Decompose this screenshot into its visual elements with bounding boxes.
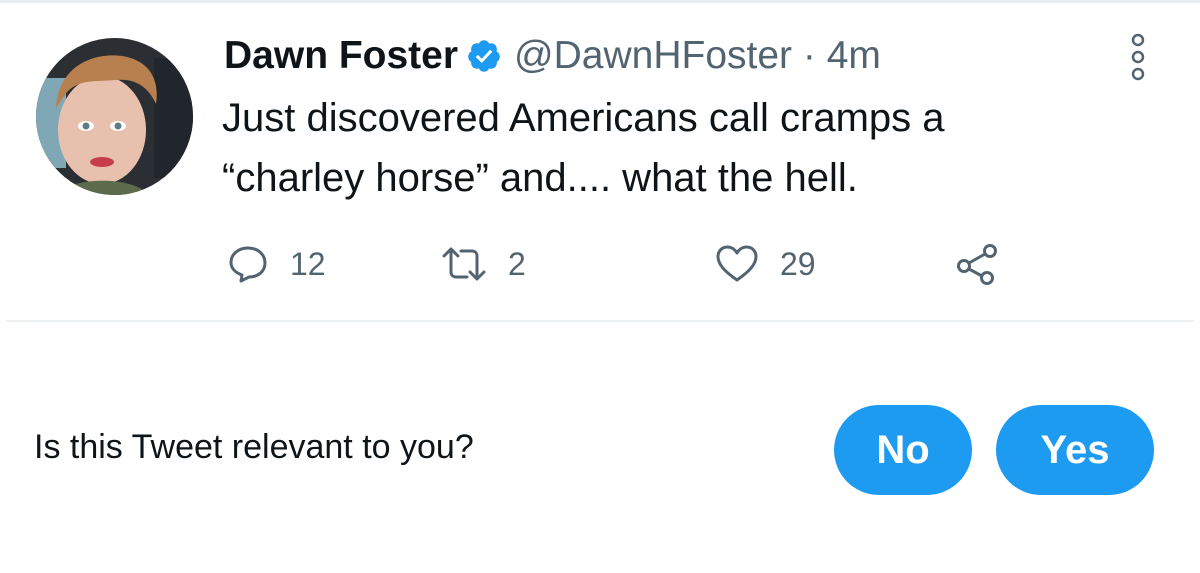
heart-icon [714,242,760,286]
author-handle-time[interactable]: @DawnHFoster · 4m [514,34,881,78]
author-name[interactable]: Dawn Foster [224,34,458,78]
verified-badge-icon [466,38,502,74]
reply-button[interactable]: 12 [226,242,326,286]
like-count: 29 [780,245,816,282]
avatar[interactable] [36,38,193,195]
no-button[interactable]: No [834,405,972,495]
section-divider [6,320,1194,322]
more-vertical-icon[interactable] [1124,32,1152,82]
reply-icon [226,242,270,286]
share-button[interactable] [954,242,1000,286]
yes-button[interactable]: Yes [996,405,1154,495]
tweet-card[interactable]: Dawn Foster @DawnHFoster · 4m Just disco… [0,0,1200,320]
retweet-icon [440,242,488,286]
tweet-header: Dawn Foster @DawnHFoster · 4m [224,28,881,84]
tweet-text: Just discovered Americans call cramps a … [222,96,945,200]
avatar-photo [36,38,193,195]
retweet-count: 2 [508,245,526,282]
relevance-question: Is this Tweet relevant to you? [34,428,474,466]
like-button[interactable]: 29 [714,242,816,286]
retweet-button[interactable]: 2 [440,242,526,286]
share-icon [954,242,1000,286]
reply-count: 12 [290,245,326,282]
